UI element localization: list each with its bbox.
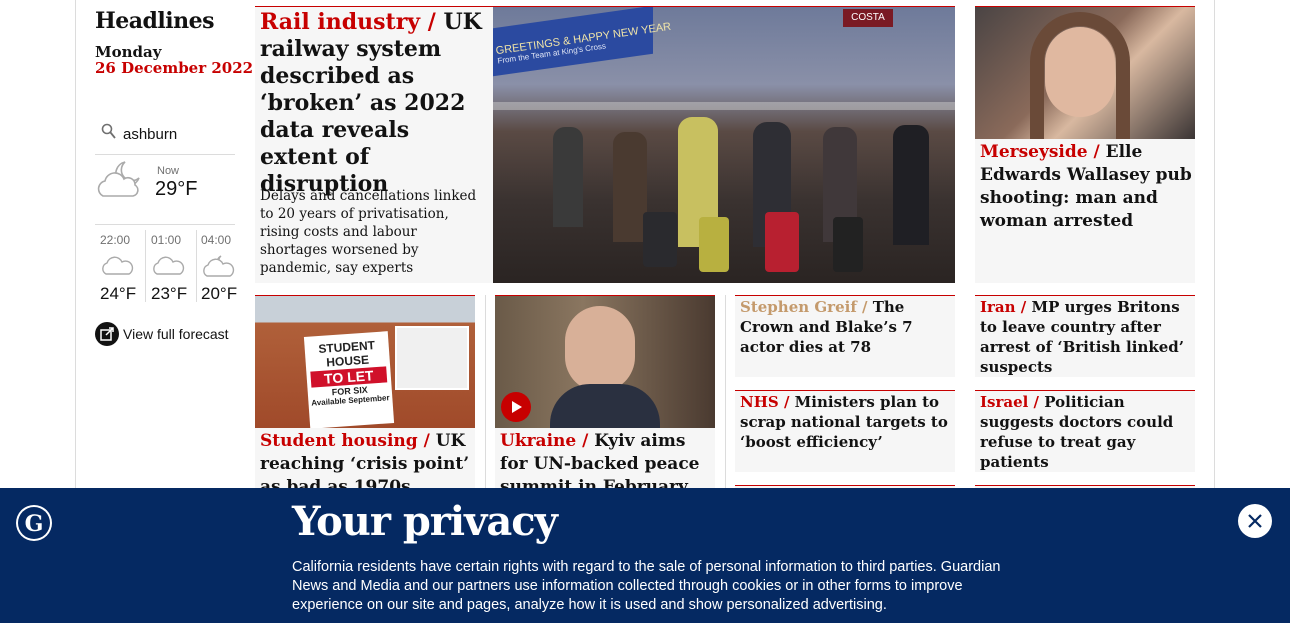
search-icon [101,123,116,139]
person [553,127,583,227]
small-headline: Stephen Greif / The Crown and Blake’s 7 … [740,297,952,357]
lead-kicker: Rail industry / [260,9,436,35]
cloud-icon [102,256,134,275]
suit [550,384,660,428]
forecast-slot: 04:00 20°F [197,230,245,303]
column-divider [725,295,726,490]
lead-headline-text: UK railway system described as ‘broken’ … [260,9,482,197]
forecast-temp: 20°F [201,284,238,303]
student-headline: Student housing / UK reaching ‘crisis po… [260,430,472,495]
small-kicker: Israel / [980,393,1040,411]
forecast-slot: 01:00 23°F [147,230,195,303]
to-let-sign: STUDENT HOUSE TO LET FOR SIX Available S… [303,331,395,428]
guardian-logo-icon: G [16,505,52,541]
partly-cloudy-night-icon [97,161,140,197]
external-link-icon [95,322,119,346]
student-kicker: Student housing / [260,431,430,451]
balcony [493,102,955,110]
costa-sign: COSTA [843,9,893,27]
small-story[interactable]: Israel / Politician suggests doctors cou… [975,390,1195,472]
person [613,132,647,242]
suitcase [765,212,799,272]
close-button[interactable] [1238,504,1272,538]
merseyside-story[interactable]: Merseyside / Elle Edwards Wallasey pub s… [975,6,1195,283]
location-text: ashburn [123,126,178,143]
small-headline: Israel / Politician suggests doctors cou… [980,392,1192,472]
merseyside-headline: Merseyside / Elle Edwards Wallasey pub s… [980,141,1192,233]
window [395,326,469,390]
story-image [975,7,1195,139]
small-story[interactable]: Stephen Greif / The Crown and Blake’s 7 … [735,295,955,377]
play-icon[interactable] [501,392,531,422]
ukraine-kicker: Ukraine / [500,431,589,451]
ukraine-story[interactable]: Ukraine / Kyiv aims for UN-backed peace … [495,295,715,495]
weather-now: Now 29°F [95,158,235,225]
forecast-slot: 22:00 24°F [96,230,144,303]
now-temp: 29°F [155,178,198,200]
privacy-banner: G Your privacy California residents have… [0,488,1290,623]
suitcase [699,217,729,272]
small-story[interactable]: Iran / MP urges Britons to leave country… [975,295,1195,377]
privacy-body: California residents have certain rights… [292,559,1001,613]
small-headline: Iran / MP urges Britons to leave country… [980,297,1192,377]
lead-standfirst: Delays and cancellations linked to 20 ye… [260,188,477,276]
location-field[interactable]: ashburn [95,120,235,155]
forecast-divider [145,230,146,302]
forecast-time: 01:00 [151,233,182,247]
suitcase [833,217,863,272]
close-icon [1248,514,1262,528]
small-kicker: NHS / [740,393,790,411]
lead-image: GREETINGS & HAPPY NEW YEAR From the Team… [493,7,955,283]
forecast-temp: 24°F [100,284,137,303]
suitcase [643,212,677,267]
face [565,306,635,392]
date-label: 26 December 2022 [95,59,254,77]
small-headline: NHS / Ministers plan to scrap national t… [740,392,952,452]
partly-cloudy-night-icon [203,255,235,277]
lead-story[interactable]: Rail industry / UK railway system descri… [255,6,955,283]
forecast-temp: 23°F [151,284,188,303]
svg-text:G: G [25,511,44,537]
story-image: STUDENT HOUSE TO LET FOR SIX Available S… [255,296,475,428]
view-forecast-label: View full forecast [123,326,229,342]
person [893,125,929,245]
lead-headline: Rail industry / UK railway system descri… [260,9,488,198]
column-divider [485,295,486,490]
ukraine-headline: Ukraine / Kyiv aims for UN-backed peace … [500,430,712,495]
story-image [495,296,715,428]
cloud-icon [153,256,185,275]
now-label: Now [157,165,180,177]
merseyside-kicker: Merseyside / [980,142,1100,162]
privacy-title: Your privacy [292,498,558,545]
hair [1030,12,1130,139]
forecast-time: 22:00 [100,233,131,247]
small-kicker: Iran / [980,298,1027,316]
view-forecast-link[interactable]: View full forecast [95,320,240,348]
section-title: Headlines [95,8,215,34]
small-story[interactable]: NHS / Ministers plan to scrap national t… [735,390,955,472]
student-housing-story[interactable]: STUDENT HOUSE TO LET FOR SIX Available S… [255,295,475,495]
forecast-time: 04:00 [201,233,232,247]
small-kicker: Stephen Greif / [740,298,868,316]
